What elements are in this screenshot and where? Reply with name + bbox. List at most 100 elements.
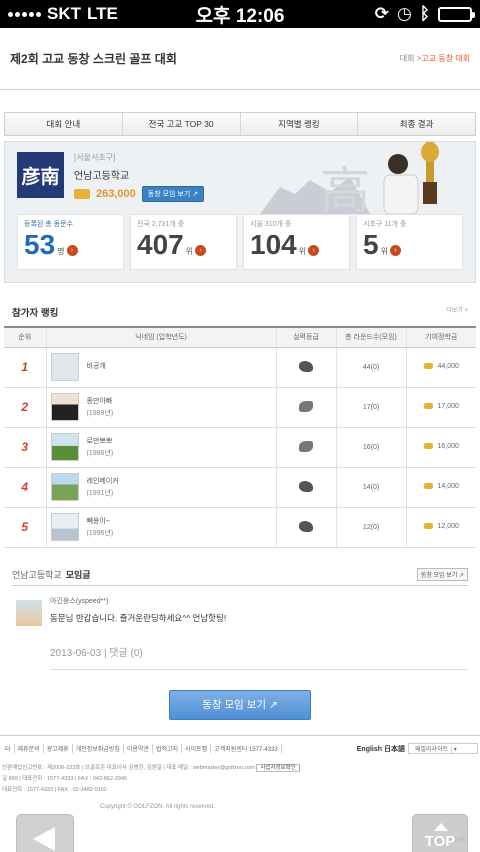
- family-site-select[interactable]: 패밀리사이트 ▾: [408, 743, 478, 754]
- skill-grade-icon: [299, 480, 313, 492]
- carrier-label: SKT: [47, 4, 81, 23]
- footer-link[interactable]: 터: [2, 744, 15, 753]
- school-name: 언남고등학교: [74, 171, 130, 182]
- skill-grade-icon: [299, 440, 313, 452]
- rank-number: 2: [21, 400, 29, 414]
- tab-event-info[interactable]: 대회 안내: [5, 113, 123, 135]
- tab-bar: 대회 안내 전국 고교 TOP 30 지역별 랭킹 최종 결과: [4, 112, 476, 136]
- school-emblem: 彦南: [17, 152, 64, 198]
- rank-number: 3: [21, 440, 29, 454]
- stat-label: 서초구 11개 중: [363, 221, 407, 228]
- language-switch[interactable]: English 日本語: [354, 744, 408, 754]
- club-view-button[interactable]: 동창 모임 보기 ↗: [416, 567, 468, 581]
- post-meta: 2013-06-03 | 댓글 (0): [50, 644, 468, 670]
- footer-link[interactable]: 사이트맵: [182, 744, 212, 753]
- stat-value: 53: [24, 229, 56, 260]
- tab-final-results[interactable]: 최종 결과: [358, 113, 475, 135]
- school-summary: 高 彦南 [서울서초구] 언남고등학교 263,000 동창 모임 보기 ↗ 등…: [4, 141, 476, 283]
- column-header-nickname: 닉네임 (입학년도): [45, 326, 276, 348]
- coin-icon: [74, 189, 90, 199]
- breadcrumb-current[interactable]: 고교 동창 대회: [421, 54, 470, 63]
- member-nickname[interactable]: 비공개: [87, 361, 106, 371]
- tab-national-top30[interactable]: 전국 고교 TOP 30: [123, 113, 241, 135]
- rank-number: 4: [21, 480, 29, 494]
- alumni-group-main-button[interactable]: 동창 모임 보기 ↗: [169, 689, 311, 720]
- back-arrow-button[interactable]: [16, 814, 74, 852]
- scholarship-amount: 44,000: [437, 362, 459, 370]
- member-nickname[interactable]: 뻬용이~: [87, 516, 114, 526]
- stat-district-rank: 서초구 11개 중 5 위 ›: [356, 214, 463, 270]
- copyright: Copyright © GOLFZON. All rights reserved…: [0, 798, 480, 816]
- skill-grade-icon: [299, 360, 313, 372]
- avatar[interactable]: [50, 433, 79, 461]
- coin-icon: [423, 363, 433, 370]
- bluetooth-icon: ᛒ: [419, 4, 430, 23]
- footer-link[interactable]: 제휴문의: [15, 744, 44, 753]
- coin-icon: [423, 443, 433, 450]
- avatar[interactable]: [50, 473, 79, 501]
- footer-link[interactable]: 개인정보취급방침: [73, 744, 124, 753]
- skill-grade-icon: [299, 400, 313, 412]
- member-nickname[interactable]: 종만아빠: [87, 396, 114, 406]
- copyright-text: Copyright © GOLFZON. All rights reserved…: [100, 804, 216, 810]
- footer-link[interactable]: 법적고지: [153, 744, 183, 753]
- column-header-scholarship: 기여정학금: [405, 326, 476, 348]
- stat-unit: 위: [185, 247, 194, 256]
- member-nickname[interactable]: 레인메이커: [87, 476, 119, 486]
- alumni-group-main-label: 동창 모임 보기: [202, 698, 267, 711]
- school-points: 263,000: [96, 188, 136, 200]
- avatar[interactable]: [50, 353, 79, 381]
- footer-links: 터 제휴문의 광고제휴 개인정보취급방침 이용약관 법적고지 사이트맵 고객지원…: [0, 736, 480, 761]
- post-comments-link[interactable]: | 댓글 (0): [104, 648, 143, 659]
- rotation-lock-icon: ⟳: [374, 4, 389, 23]
- tab-regional-ranking[interactable]: 지역별 랭킹: [241, 113, 359, 135]
- footer-link[interactable]: 이용약관: [124, 744, 153, 753]
- alumni-group-button[interactable]: 동창 모임 보기 ↗: [141, 186, 205, 202]
- round-count: 14(0): [335, 467, 406, 508]
- club-view-label: 동창 모임 보기: [420, 572, 458, 579]
- page-header: 제2회 고교 동창 스크린 골프 대회 대회 >고교 동창 대회: [0, 28, 480, 90]
- column-header-rank: 순위: [4, 326, 46, 348]
- club-school-name: 언남고등학교: [12, 569, 62, 580]
- skill-grade-icon: [299, 520, 313, 532]
- stat-value: 407: [137, 229, 184, 260]
- arrow-icon[interactable]: ›: [195, 245, 207, 256]
- post-author[interactable]: 아긴옹스(yspeed**): [50, 596, 226, 606]
- battery-icon: [438, 6, 475, 22]
- company-info-line: 길 899 | 대표전화 : 1577-4333 | FAX : 042-862…: [2, 776, 128, 782]
- footer-link[interactable]: 광고제휴: [44, 744, 73, 753]
- stat-seoul-rank: 서울 310개 중 104 위 ›: [243, 214, 350, 270]
- stat-label: 전국 2,731개 중: [137, 221, 185, 228]
- external-link-icon: ↗: [268, 698, 278, 711]
- company-info-line: 신판매업신고번호 : 제2006-223호 | 브골프존 대표이사 김병한, 김…: [2, 765, 255, 771]
- scholarship-amount: 16,000: [437, 442, 459, 450]
- avatar[interactable]: [50, 513, 79, 541]
- arrow-icon[interactable]: ›: [389, 245, 401, 256]
- status-bar: SKT LTE 오후 12:06 ⟳ ◷ ᛒ: [0, 0, 480, 28]
- round-count: 17(0): [335, 387, 406, 428]
- avatar[interactable]: [50, 393, 79, 421]
- stat-unit: 명: [57, 247, 65, 256]
- alumni-group-label: 동창 모임 보기: [147, 191, 191, 198]
- member-nickname[interactable]: 로만뽀뽀: [87, 436, 114, 446]
- avatar[interactable]: [16, 599, 42, 626]
- stat-unit: 위: [380, 247, 388, 256]
- post-text: 동문님 반갑습니다. 즐거운란딩하세요^^ 언남핫팅!: [50, 612, 227, 623]
- round-count: 12(0): [335, 507, 406, 548]
- column-header-rounds: 총 라운드수(모임): [335, 326, 406, 348]
- breadcrumb-home[interactable]: 대회 >: [400, 54, 422, 63]
- scholarship-amount: 17,000: [437, 402, 459, 410]
- footer-link[interactable]: 고객지원센터 1577-4333: [211, 744, 282, 753]
- column-header-skill: 실력등급: [275, 326, 336, 348]
- school-region: [서울서초구]: [74, 153, 116, 162]
- stat-national-rank: 전국 2,731개 중 407 위 ›: [130, 214, 237, 270]
- stat-members: 등록된 총 동문수 53 명 ›: [17, 214, 124, 270]
- coin-icon: [423, 523, 433, 530]
- table-row: 3 로만뽀뽀 (1986년) 16(0) 16,000: [4, 427, 476, 468]
- arrow-icon[interactable]: ›: [308, 245, 320, 256]
- ranking-more-link[interactable]: 더보기 +: [446, 305, 468, 319]
- business-info-button[interactable]: 사업자정보확인: [256, 764, 300, 772]
- network-label: LTE: [87, 4, 118, 23]
- scroll-top-button[interactable]: TOP: [412, 814, 468, 852]
- arrow-icon[interactable]: ›: [66, 245, 78, 256]
